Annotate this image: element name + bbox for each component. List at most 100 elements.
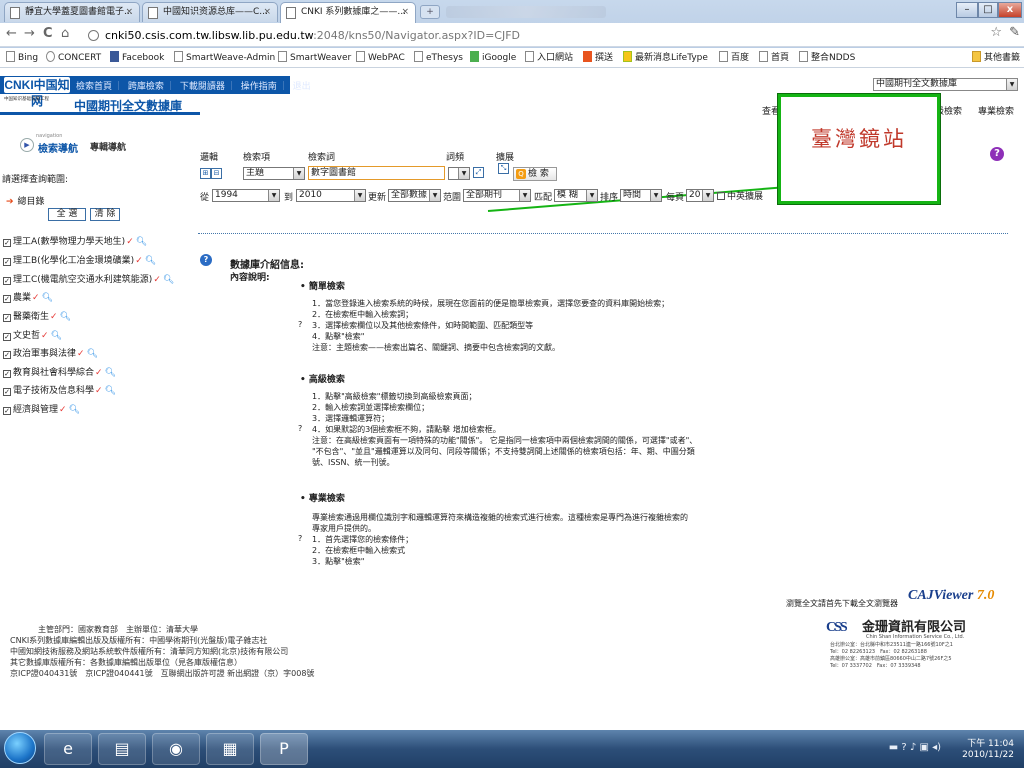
powerpoint-icon[interactable]: P — [260, 733, 308, 765]
address-bar[interactable]: cnki50.csis.com.tw.libsw.lib.pu.edu.tw:2… — [82, 26, 1004, 44]
window-close-button[interactable]: x — [998, 2, 1022, 18]
category-item[interactable]: ✓ 經濟與管理✓ 🔍︎ — [3, 404, 80, 416]
checkbox[interactable]: ✓ — [3, 295, 11, 303]
play-icon[interactable]: ▶ — [20, 138, 34, 152]
keyword-input[interactable]: 數字圖書館 — [308, 166, 445, 180]
tray-icons[interactable]: ▬ ? ♪ ▣ ◂) — [889, 742, 941, 753]
bookmark-smartweave-admin[interactable]: SmartWeave-Admin — [174, 51, 275, 65]
checkbox[interactable]: ✓ — [3, 239, 11, 247]
bookmark-ndds[interactable]: 整合NDDS — [799, 51, 855, 65]
checkbox[interactable]: ✓ — [3, 407, 11, 415]
magnifier-icon[interactable]: 🔍︎ — [163, 275, 174, 285]
category-item[interactable]: ✓ 理工C(機電航空交通水利建筑能源)✓ 🔍︎ — [3, 274, 174, 286]
cajviewer-link[interactable]: CAJViewer 7.0 — [908, 588, 994, 604]
bookmark-portal[interactable]: 入口網站 — [525, 51, 573, 65]
category-item[interactable]: ✓ 農業✓ 🔍︎ — [3, 292, 53, 304]
update-select[interactable]: 全部數據 ▼ — [388, 189, 441, 202]
reload-icon[interactable]: C — [43, 26, 53, 41]
nav-logout[interactable]: 退出 — [293, 82, 311, 92]
close-icon[interactable]: × — [263, 3, 271, 21]
home-icon[interactable]: ⌂ — [61, 26, 69, 41]
chrome-icon[interactable]: ◉ — [152, 733, 200, 765]
magnifier-icon[interactable]: 🔍︎ — [145, 256, 156, 266]
add-row-icon[interactable]: ⊞ — [200, 168, 211, 179]
category-item[interactable]: ✓ 政治軍事與法律✓ 🔍︎ — [3, 348, 98, 360]
maximize-button[interactable]: □ — [978, 2, 998, 18]
bookmark-concert[interactable]: CONCERT — [46, 51, 101, 65]
wrench-icon[interactable]: ✎ — [1009, 25, 1020, 40]
search-field-select[interactable]: 主題 ▼ — [243, 167, 305, 180]
checkbox[interactable]: ✓ — [3, 277, 11, 285]
image-viewer-icon[interactable]: ▦ — [206, 733, 254, 765]
tab-professional-search[interactable]: 專業檢索 — [978, 104, 1014, 117]
magnifier-icon[interactable]: 🔍︎ — [105, 368, 116, 378]
nav-cross-db[interactable]: 跨庫檢索 — [128, 82, 164, 92]
category-item[interactable]: ✓ 文史哲✓ 🔍︎ — [3, 330, 62, 342]
magnifier-icon[interactable]: 🔍︎ — [42, 293, 53, 303]
bookmark-igoogle[interactable]: iGoogle — [470, 51, 516, 65]
select-all-button[interactable]: 全 選 — [48, 208, 86, 221]
nav-guide[interactable]: 操作指南 — [241, 82, 277, 92]
related-terms-icon[interactable]: ⤢ — [473, 167, 484, 178]
nav-album-tab[interactable]: 專輯導航 — [90, 140, 126, 153]
bookmark-ethesys[interactable]: eThesys — [414, 51, 463, 65]
bookmark-webpac[interactable]: WebPAC — [356, 51, 405, 65]
browser-tab-1[interactable]: 靜宜大學蓋夏圖書館電子... × — [4, 2, 140, 22]
back-arrow-icon[interactable]: ← — [6, 26, 17, 41]
total-catalog[interactable]: ➔ 總目錄 — [6, 194, 45, 207]
category-item[interactable]: ✓ 理工A(數學物理力學天地生)✓ 🔍︎ — [3, 236, 147, 248]
checkbox[interactable]: ✓ — [3, 333, 11, 341]
forward-arrow-icon[interactable]: → — [24, 26, 35, 41]
close-icon[interactable]: × — [125, 3, 133, 21]
clock-time[interactable]: 下午 11:04 — [967, 736, 1014, 749]
bookmark-star-icon[interactable]: ☆ — [990, 25, 1002, 40]
sort-select[interactable]: 時間 ▼ — [620, 189, 662, 202]
category-item[interactable]: ✓ 理工B(化學化工冶金環境礦業)✓ 🔍︎ — [3, 255, 156, 267]
nav-download-reader[interactable]: 下載閱讀器 — [180, 82, 225, 92]
nav-search-home[interactable]: 檢索首頁 — [76, 82, 112, 92]
close-icon[interactable]: × — [401, 3, 409, 21]
zh-en-extend[interactable]: 中英擴展 — [717, 189, 763, 202]
magnifier-icon[interactable]: 🔍︎ — [105, 386, 116, 396]
magnifier-icon[interactable]: 🔍︎ — [69, 405, 80, 415]
category-item[interactable]: ✓ 教育與社會科學綜合✓ 🔍︎ — [3, 367, 116, 379]
from-year-select[interactable]: 1994 ▼ — [212, 189, 280, 202]
magnifier-icon[interactable]: 🔍︎ — [136, 237, 147, 247]
clock-date[interactable]: 2010/11/22 — [962, 750, 1014, 760]
bookmark-smartweaver[interactable]: SmartWeaver — [278, 51, 351, 65]
bookmark-home[interactable]: 首頁 — [759, 51, 789, 65]
checkbox[interactable]: ✓ — [3, 388, 11, 396]
match-select[interactable]: 模 糊 ▼ — [554, 189, 598, 202]
clear-button[interactable]: 清 除 — [90, 208, 120, 221]
category-item[interactable]: ✓ 電子技術及信息科學✓ 🔍︎ — [3, 385, 116, 397]
checkbox[interactable]: ✓ — [3, 314, 11, 322]
bookmark-baidu[interactable]: 百度 — [719, 51, 749, 65]
other-bookmarks[interactable]: 其他書籤 — [972, 51, 1020, 65]
magnifier-icon[interactable]: 🔍︎ — [51, 331, 62, 341]
internet-explorer-icon[interactable]: e — [44, 733, 92, 765]
browser-tab-2[interactable]: 中國知识资源总库——C... × — [142, 2, 278, 22]
per-page-select[interactable]: 20 ▼ — [686, 189, 714, 202]
range-select[interactable]: 全部期刊 ▼ — [463, 189, 531, 202]
checkbox[interactable]: ✓ — [3, 258, 11, 266]
minimize-button[interactable]: – — [956, 2, 978, 18]
magnifier-icon[interactable]: 🔍︎ — [60, 312, 71, 322]
folder-icon[interactable]: ▤ — [98, 733, 146, 765]
windows-start-icon[interactable] — [4, 732, 36, 764]
checkbox[interactable]: ✓ — [3, 351, 11, 359]
category-item[interactable]: ✓ 醫藥衛生✓ 🔍︎ — [3, 311, 71, 323]
bookmark-send[interactable]: 撰送 — [583, 51, 613, 65]
bookmark-bing[interactable]: Bing — [6, 51, 38, 65]
search-button[interactable]: Q 檢 索 — [513, 167, 557, 181]
database-select[interactable]: 中國期刊全文數據庫 ▼ — [873, 78, 1018, 91]
cnki-logo[interactable]: CNKI中国知网 — [4, 77, 70, 108]
nav-search-tab[interactable]: 檢索導航 — [38, 140, 78, 155]
bookmark-lifetype[interactable]: 最新消息LifeType — [623, 51, 708, 65]
to-year-select[interactable]: 2010 ▼ — [296, 189, 366, 202]
magnifier-icon[interactable]: 🔍︎ — [87, 349, 98, 359]
frequency-select[interactable]: ▼ — [448, 167, 470, 180]
browser-tab-3[interactable]: CNKI 系列數據庫之——... × — [280, 2, 416, 23]
remove-row-icon[interactable]: ⊟ — [211, 168, 222, 179]
extend-icon[interactable]: ⤡ — [498, 163, 509, 174]
new-tab-button[interactable]: + — [420, 5, 440, 19]
